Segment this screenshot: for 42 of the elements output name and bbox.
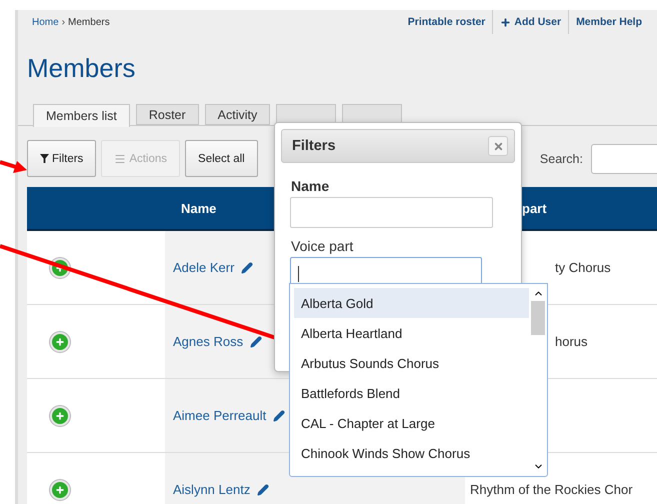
toolbar-button[interactable]: Filters — [27, 140, 96, 177]
plus-icon — [55, 410, 65, 420]
breadcrumb-current: Members — [68, 16, 110, 28]
tab[interactable]: Activity — [204, 104, 270, 125]
header-link[interactable]: Member Help — [568, 10, 649, 34]
filter-icon — [40, 154, 49, 163]
breadcrumb-separator: › — [62, 16, 66, 28]
add-icon[interactable] — [50, 332, 70, 352]
field-label: Voice part — [291, 238, 354, 254]
add-icon[interactable] — [50, 480, 70, 500]
member-name-link[interactable]: Agnes Ross — [173, 334, 244, 349]
breadcrumb-link[interactable]: Home — [32, 16, 59, 28]
search-label: Search: — [540, 152, 583, 166]
scroll-thumb[interactable] — [531, 301, 545, 335]
edit-icon[interactable] — [250, 336, 262, 348]
plus-icon — [500, 16, 512, 28]
page-title: Members — [27, 53, 136, 84]
menu-icon — [114, 152, 126, 164]
table-cell-text: ty Chorus — [554, 260, 611, 275]
plus-icon — [55, 484, 65, 494]
dropdown-option[interactable]: Alberta Gold — [294, 288, 529, 318]
tab[interactable]: Members list — [33, 104, 130, 127]
member-name-link[interactable]: Adele Kerr — [173, 260, 234, 275]
toolbar-button[interactable]: Select all — [185, 140, 258, 177]
table-cell-text: horus — [554, 334, 588, 349]
plus-icon — [55, 336, 65, 346]
dialog-title: Filters — [292, 138, 336, 154]
header-link[interactable]: Add User — [492, 10, 568, 34]
table-cell-text: Rhythm of the Rockies Chor — [469, 482, 633, 497]
edit-icon[interactable] — [257, 484, 270, 496]
pointer-arrow — [0, 160, 27, 173]
edit-icon[interactable] — [273, 410, 286, 422]
member-name-link[interactable]: Aimee Perreault — [173, 408, 266, 423]
add-icon[interactable] — [50, 406, 70, 426]
close-button[interactable] — [488, 136, 508, 156]
header-link[interactable]: Printable roster — [400, 10, 492, 34]
close-icon — [492, 140, 504, 152]
name-field[interactable] — [290, 197, 493, 228]
field-label: Name — [291, 178, 330, 194]
tab[interactable]: Roster — [136, 104, 199, 125]
member-name-link[interactable]: Aislynn Lentz — [173, 482, 250, 497]
edit-icon[interactable] — [241, 262, 254, 274]
